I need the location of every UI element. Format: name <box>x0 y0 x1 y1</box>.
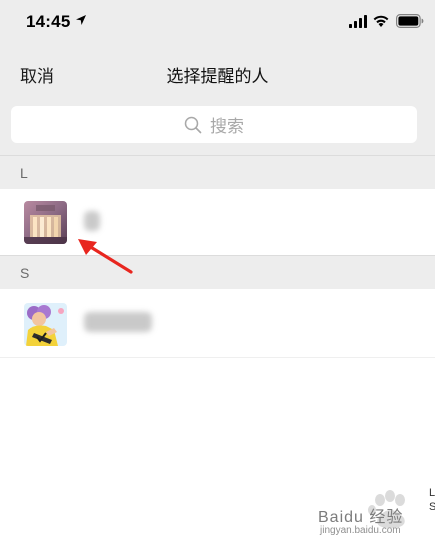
cancel-button[interactable]: 取消 <box>20 62 54 87</box>
status-bar: 14:45 <box>0 0 435 44</box>
watermark-text: Baidu 经验 <box>318 509 404 526</box>
cellular-signal-icon <box>349 15 367 28</box>
section-letter: L <box>20 165 28 181</box>
wifi-icon <box>373 15 389 27</box>
contact-avatar <box>24 201 67 244</box>
search-placeholder: 搜索 <box>210 117 244 136</box>
avatar-image <box>24 201 67 244</box>
navigation-bar: 选择提醒的人 取消 <box>0 52 435 92</box>
avatar-image <box>24 303 67 346</box>
battery-icon <box>396 14 424 28</box>
search-icon <box>184 116 202 133</box>
contact-row[interactable] <box>0 189 435 255</box>
search-input[interactable]: 搜索 <box>11 106 417 143</box>
page-title: 选择提醒的人 <box>166 67 269 86</box>
row-divider <box>0 357 435 358</box>
contact-row[interactable] <box>0 290 435 356</box>
watermark-url: jingyan.baidu.com <box>320 525 401 536</box>
section-letter: S <box>20 265 30 281</box>
contact-avatar <box>24 303 67 346</box>
location-arrow-icon <box>76 15 86 25</box>
annotation-arrow-icon <box>78 239 133 274</box>
contact-name <box>84 211 100 231</box>
status-time: 14:45 <box>26 12 71 31</box>
section-header-s: S <box>0 255 435 289</box>
section-header-l: L <box>0 155 435 189</box>
contact-name <box>84 312 152 332</box>
